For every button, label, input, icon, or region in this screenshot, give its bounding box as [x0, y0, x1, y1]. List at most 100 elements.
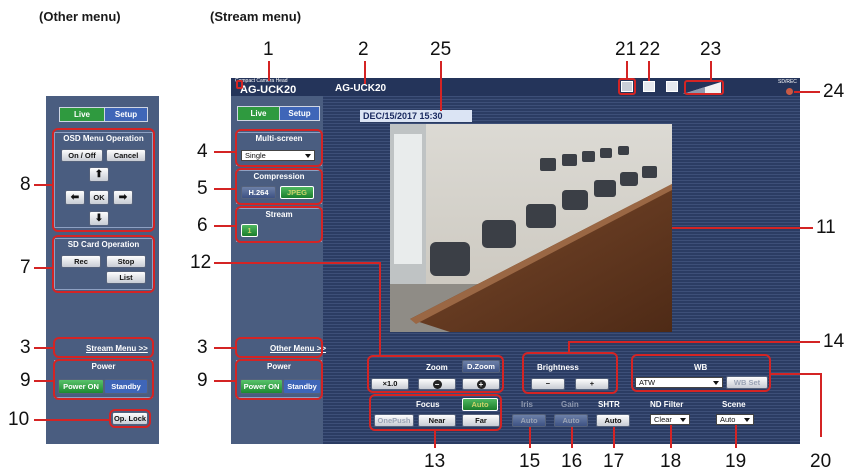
nd-filter-select[interactable]: Clear [650, 414, 690, 425]
shtr-label: SHTR [598, 400, 620, 409]
leader-6 [214, 225, 236, 227]
callout-ring-10 [109, 409, 151, 428]
leader-14-v [568, 341, 570, 353]
leader-22 [648, 61, 650, 81]
tab-setup[interactable]: Setup [104, 107, 148, 122]
callout-10: 10 [8, 409, 30, 430]
stream-tab-live-label: Live [250, 109, 267, 118]
callout-ring-8 [52, 128, 155, 232]
callout-ring-6 [235, 206, 323, 243]
nd-filter-label: ND Filter [650, 400, 684, 409]
shtr-auto-button[interactable]: Auto [596, 414, 630, 427]
chevron-down-icon [744, 417, 750, 422]
chevron-down-icon [680, 417, 686, 422]
stream-tab-live[interactable]: Live [237, 106, 280, 121]
brand-logo: AG-UCK20 [240, 84, 297, 96]
callout-6: 6 [197, 215, 208, 236]
leader-9-other [34, 380, 53, 382]
gain-auto-button[interactable]: Auto [554, 414, 588, 427]
callout-ring-23 [684, 80, 724, 95]
callout-14: 14 [823, 331, 845, 352]
leader-24 [794, 91, 820, 93]
callout-18: 18 [660, 451, 682, 472]
leader-3-stream [214, 347, 236, 349]
callout-2: 2 [358, 39, 369, 60]
leader-23 [710, 61, 712, 81]
leader-21 [626, 61, 628, 79]
leader-20-v [820, 373, 822, 437]
leader-12-h [214, 262, 381, 264]
leader-1 [268, 61, 270, 81]
leader-13 [434, 430, 436, 448]
leader-16 [571, 427, 573, 448]
stream-menu-heading: (Stream menu) [210, 9, 302, 24]
callout-8: 8 [20, 174, 31, 195]
camera-icon [643, 81, 655, 92]
leader-2 [364, 61, 366, 84]
stream-tab-setup-label: Setup [288, 109, 311, 118]
leader-14-h [568, 341, 820, 343]
callout-4: 4 [197, 141, 208, 162]
model-name: AG-UCK20 [335, 83, 387, 94]
callout-22: 22 [639, 39, 661, 60]
callout-12: 12 [190, 252, 212, 273]
tab-live[interactable]: Live [59, 107, 105, 122]
datetime-display: DEC/15/2017 15:30 [360, 110, 472, 122]
callout-16: 16 [561, 451, 583, 472]
callout-ring-7 [52, 235, 155, 293]
callout-ring-brightness [522, 352, 618, 394]
callout-1: 1 [263, 39, 274, 60]
leader-25 [440, 61, 442, 111]
callout-9-other: 9 [20, 370, 31, 391]
sd-rec-label: SD/REC [778, 79, 797, 85]
leader-3-other [34, 347, 53, 349]
leader-20-h [770, 373, 822, 375]
tab-setup-label: Setup [114, 110, 138, 119]
leader-8 [34, 184, 53, 186]
callout-24: 24 [823, 81, 845, 102]
callout-23: 23 [700, 39, 722, 60]
callout-21: 21 [615, 39, 637, 60]
tab-live-label: Live [73, 110, 90, 119]
callout-ring-9-stream [235, 359, 323, 400]
callout-ring-9-other [53, 359, 154, 400]
iris-auto-button[interactable]: Auto [512, 414, 546, 427]
callout-ring-3-other [53, 337, 154, 358]
camera-image[interactable] [390, 124, 672, 332]
leader-9-stream [214, 380, 236, 382]
callout-20: 20 [810, 451, 832, 472]
leader-4 [214, 151, 236, 153]
leader-11 [672, 227, 813, 229]
leader-18 [670, 425, 672, 448]
leader-17 [613, 427, 615, 448]
leader-19 [735, 425, 737, 448]
sd-rec-indicator [786, 88, 793, 95]
callout-3-stream: 3 [197, 337, 208, 358]
callout-ring-21 [618, 78, 636, 95]
callout-7: 7 [20, 257, 31, 278]
iris-label: Iris [521, 400, 534, 409]
stream-tab-setup[interactable]: Setup [279, 106, 320, 121]
callout-ring-focus [369, 394, 502, 431]
callout-17: 17 [603, 451, 625, 472]
scene-label: Scene [722, 400, 746, 409]
leader-12-v [379, 262, 381, 357]
leader-7 [34, 267, 53, 269]
callout-ring-3-stream [235, 337, 323, 358]
callout-ring-4 [235, 129, 323, 167]
leader-10 [34, 419, 110, 421]
scene-select[interactable]: Auto [716, 414, 754, 425]
callout-5: 5 [197, 178, 208, 199]
callout-9-stream: 9 [197, 370, 208, 391]
callout-19: 19 [725, 451, 747, 472]
callout-ring-wb [631, 354, 771, 392]
nd-filter-value: Clear [654, 415, 672, 424]
callout-ring-brand [236, 80, 243, 89]
leader-15 [529, 427, 531, 448]
callout-3-other: 3 [20, 337, 31, 358]
callout-ring-zoom [367, 355, 504, 393]
callout-13: 13 [424, 451, 446, 472]
speaker-icon [666, 81, 678, 92]
gain-label: Gain [561, 400, 579, 409]
callout-11: 11 [816, 217, 836, 238]
